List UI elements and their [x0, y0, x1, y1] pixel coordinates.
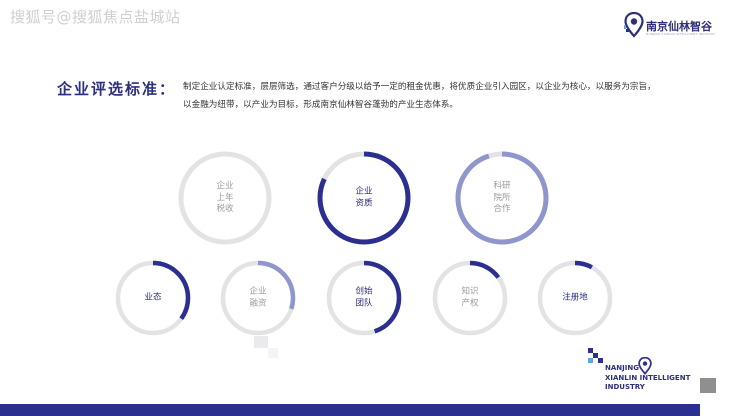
- corner-square: [700, 378, 716, 393]
- criterion-label: 企业 资质: [355, 186, 373, 209]
- footer-company-name: NANJING XIANLIN INTELLIGENT INDUSTRY: [605, 364, 691, 391]
- decoration-square: [254, 336, 268, 348]
- criterion-label: 业态: [144, 292, 162, 303]
- decoration-square: [268, 348, 278, 358]
- criterion-label: 科研 院所 合作: [493, 180, 511, 214]
- criterion-label: 创始 团队: [355, 286, 373, 309]
- criterion-label: 企业 融资: [249, 286, 267, 309]
- footer-logo: NANJING XIANLIN INTELLIGENT INDUSTRY: [588, 348, 708, 396]
- criterion-label: 注册地: [562, 292, 588, 303]
- pixel-mark-icon: [588, 348, 603, 363]
- criterion-label: 企业 上年 税收: [216, 180, 234, 214]
- bottom-bar: [0, 404, 700, 416]
- criterion-label: 知识 产权: [461, 286, 479, 309]
